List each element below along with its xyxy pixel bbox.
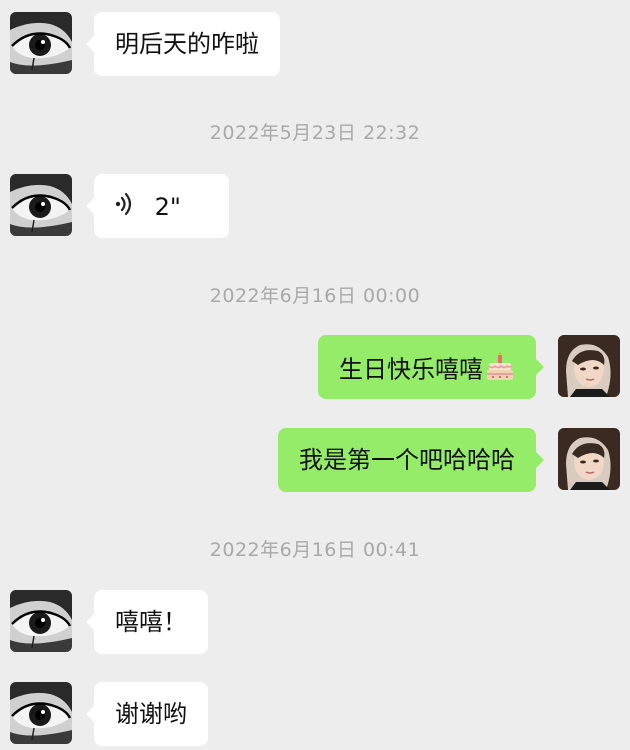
voice-message-bubble[interactable]: 2" (86, 174, 229, 238)
timestamp: 2022年6月16日 00:00 (209, 285, 421, 307)
self-avatar[interactable] (558, 428, 620, 490)
message-bubble[interactable]: 嘻嘻！ (86, 590, 208, 654)
contact-avatar[interactable] (10, 682, 72, 744)
self-avatar[interactable] (558, 335, 620, 397)
message-bubble[interactable]: 谢谢哟 (86, 682, 208, 746)
message-bubble[interactable]: 明后天的咋啦 (86, 12, 280, 76)
cake-icon (485, 352, 515, 389)
contact-avatar[interactable] (10, 174, 72, 236)
timestamp: 2022年5月23日 22:32 (209, 122, 421, 144)
message-text: 明后天的咋啦 (115, 30, 259, 58)
timestamp: 2022年6月16日 00:41 (209, 539, 421, 561)
voice-duration: 2" (154, 193, 181, 221)
message-bubble[interactable]: 我是第一个吧哈哈哈 (278, 428, 544, 492)
message-text: 我是第一个吧哈哈哈 (299, 446, 515, 474)
contact-avatar[interactable] (10, 590, 72, 652)
message-text: 嘻嘻！ (115, 608, 187, 636)
message-text: 谢谢哟 (115, 700, 187, 728)
voice-wave-icon (115, 192, 135, 223)
chat-window: 明后天的咋啦 2022年5月23日 22:32 2" 2022年6月16日 00… (0, 0, 630, 750)
contact-avatar[interactable] (10, 12, 72, 74)
message-bubble[interactable]: 生日快乐嘻嘻 (318, 335, 544, 399)
message-text: 生日快乐嘻嘻 (339, 355, 483, 384)
